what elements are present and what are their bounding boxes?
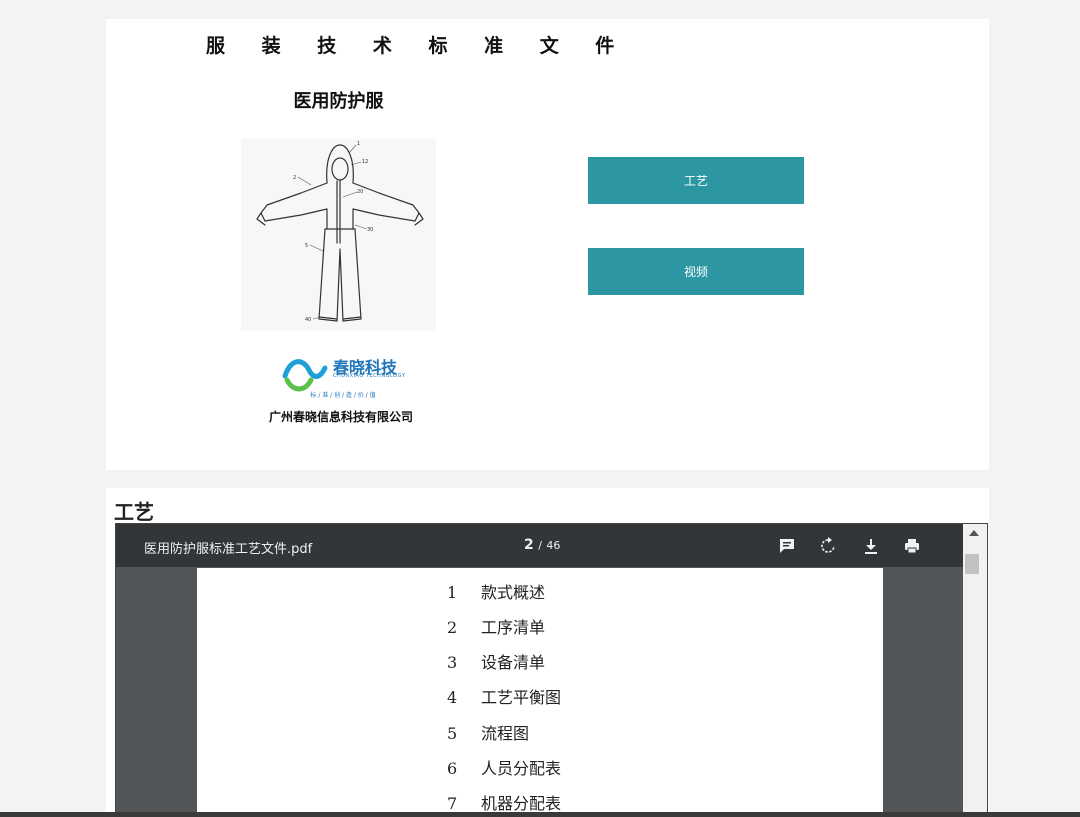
product-title: 医用防护服 — [293, 91, 384, 112]
protective-suit-illustration: 1 12 2 20 30 5 40 — [241, 139, 436, 331]
toc-item: 7 机器分配表 — [447, 790, 562, 813]
toc-label: 工序清单 — [481, 618, 546, 637]
toc-number: 1 — [447, 583, 458, 602]
toc-item: 6 人员分配表 — [447, 755, 562, 778]
scroll-up-arrow-icon[interactable] — [969, 530, 979, 536]
toc-item: 5 流程图 — [447, 720, 530, 743]
toc-item: 3 设备清单 — [447, 649, 546, 672]
toc-number: 2 — [447, 618, 458, 637]
toc-number: 4 — [447, 688, 458, 707]
craft-button[interactable]: 工艺 — [588, 157, 804, 204]
svg-text:5: 5 — [305, 243, 308, 249]
total-pages: 46 — [546, 539, 561, 552]
company-logo: 春晓科技 CHUNXIAO TECHNOLOGY 标 / 准 / 创 / 造 /… — [281, 352, 406, 400]
rotate-icon[interactable] — [817, 535, 839, 557]
pdf-page: 1 款式概述 2 工序清单 3 设备清单 4 工艺平衡图 5 流程图 6 人员分配表 — [197, 568, 883, 816]
current-page[interactable]: 2 — [524, 537, 534, 553]
pdf-toolbar: 医用防护服标准工艺文件.pdf 2 / 46 — [116, 524, 964, 567]
toc-item: 4 工艺平衡图 — [447, 684, 562, 707]
company-name: 广州春晓信息科技有限公司 — [268, 410, 413, 424]
svg-text:12: 12 — [362, 159, 368, 165]
scroll-thumb[interactable] — [965, 554, 979, 574]
scrollbar[interactable] — [963, 524, 987, 816]
toc-item: 1 款式概述 — [447, 579, 546, 602]
svg-text:2: 2 — [293, 175, 296, 181]
download-icon[interactable] — [860, 535, 882, 557]
comment-icon[interactable] — [776, 535, 798, 557]
pdf-viewer[interactable]: 医用防护服标准工艺文件.pdf 2 / 46 1 款式概述 2 工序清单 3 设… — [115, 523, 988, 817]
svg-text:40: 40 — [305, 317, 311, 323]
toc-label: 设备清单 — [481, 653, 546, 672]
page-indicator: 2 / 46 — [524, 537, 560, 553]
section-title: 工艺 — [114, 500, 154, 524]
document-title: 服 装 技 术 标 准 文 件 — [206, 35, 630, 57]
toc-number: 6 — [447, 759, 458, 778]
toc-number: 3 — [447, 653, 458, 672]
video-button[interactable]: 视频 — [588, 248, 804, 295]
pdf-filename: 医用防护服标准工艺文件.pdf — [144, 542, 313, 557]
toc-label: 款式概述 — [481, 583, 546, 602]
toc-number: 7 — [447, 794, 458, 813]
window-bottom-edge — [0, 812, 1080, 817]
svg-text:30: 30 — [367, 227, 373, 233]
toc-label: 机器分配表 — [481, 794, 562, 813]
logo-brand-en: CHUNXIAO TECHNOLOGY — [333, 373, 406, 379]
craft-section: 工艺 医用防护服标准工艺文件.pdf 2 / 46 1 款式概述 2 工序清单 … — [106, 488, 989, 817]
page-separator: / — [538, 539, 542, 552]
toc-number: 5 — [447, 724, 458, 743]
svg-text:20: 20 — [357, 189, 363, 195]
toc-label: 人员分配表 — [481, 759, 562, 778]
page: 服 装 技 术 标 准 文 件 医用防护服 1 12 2 20 30 5 40 … — [0, 0, 1080, 817]
svg-text:1: 1 — [357, 141, 360, 147]
print-icon[interactable] — [901, 535, 923, 557]
toc-label: 工艺平衡图 — [481, 688, 562, 707]
header-card: 服 装 技 术 标 准 文 件 医用防护服 1 12 2 20 30 5 40 … — [106, 19, 989, 470]
toc-item: 2 工序清单 — [447, 614, 546, 637]
logo-slogan: 标 / 准 / 创 / 造 / 价 / 值 — [310, 392, 376, 399]
toc-label: 流程图 — [481, 724, 530, 743]
